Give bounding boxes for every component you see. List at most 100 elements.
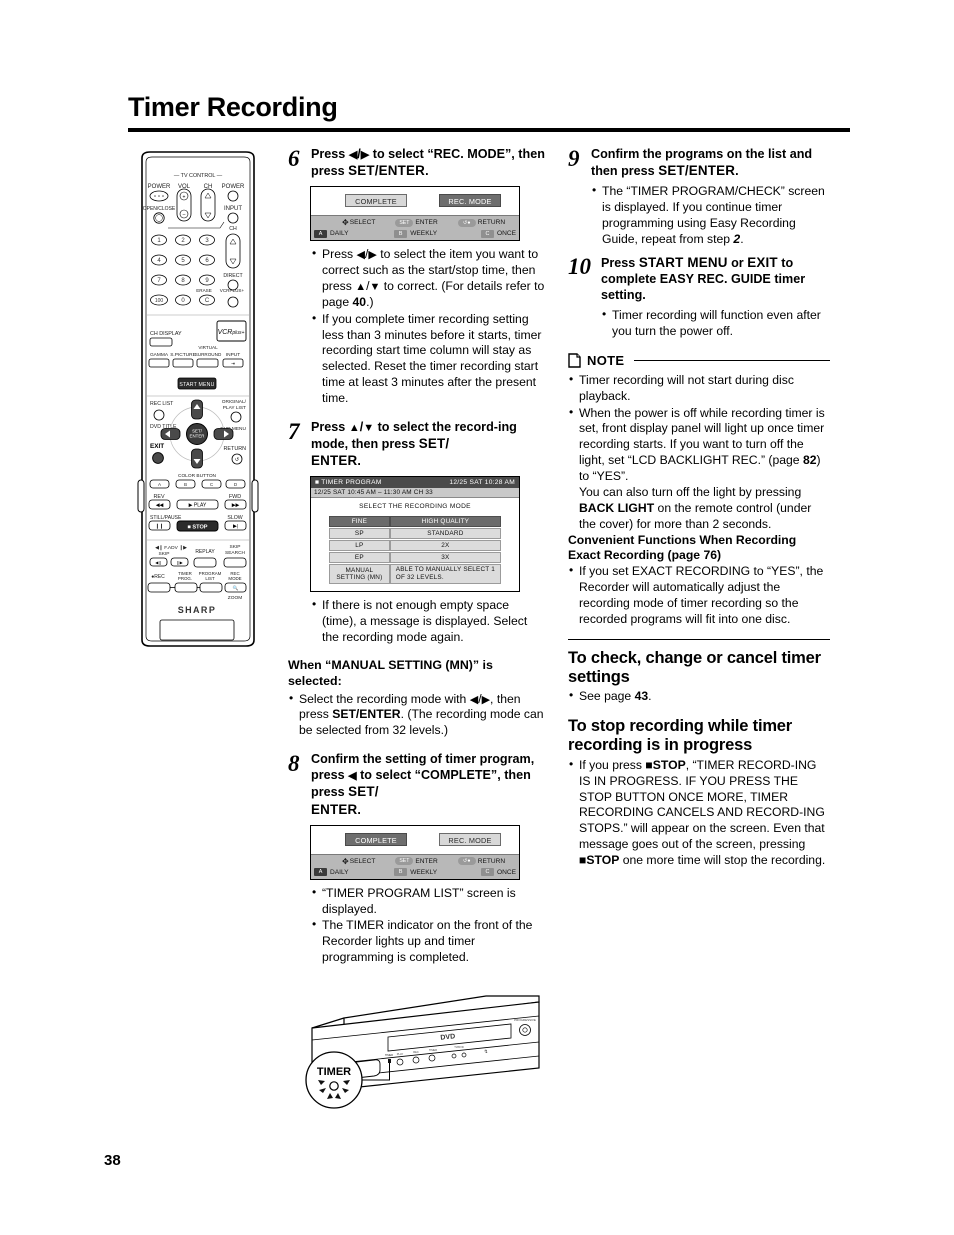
- section-1-bullet-1: See page 43.: [568, 688, 830, 705]
- svg-text:SKIP: SKIP: [230, 544, 241, 550]
- manual-page: Timer Recording — TV CONTROL — POWER VOL…: [0, 0, 954, 1235]
- hint-return: ↺● RETURN: [457, 218, 505, 227]
- svg-text:◀◀: ◀◀: [156, 503, 164, 509]
- svg-text:MODE: MODE: [228, 576, 241, 581]
- osd8-complete-chip[interactable]: COMPLETE: [345, 832, 407, 846]
- svg-text:SLOW: SLOW: [227, 515, 242, 521]
- osd7-main: SELECT THE RECORDING MODE FINE HIGH QUAL…: [311, 498, 519, 592]
- step-9-number: 9: [568, 146, 580, 171]
- step-7-bullet-1: If there is not enough empty space (time…: [311, 597, 546, 646]
- key-b-icon: B: [394, 229, 408, 238]
- osd-step-6-body: COMPLETE REC. MODE: [311, 187, 519, 216]
- section-heading: To stop recording while timer recording …: [568, 717, 792, 755]
- osd-step-7: ■ TIMER PROGRAM 12/25 SAT 10:28 AM 12/25…: [310, 476, 520, 593]
- svg-text:ENTER: ENTER: [190, 434, 205, 439]
- svg-text:PLAY LIST: PLAY LIST: [223, 405, 246, 411]
- svg-text:❙▶: ❙▶: [176, 560, 183, 565]
- step-8-number: 8: [288, 751, 300, 777]
- section-heading: To check, change or cancel timer setting…: [568, 648, 821, 686]
- return-key-icon: ↺●: [457, 857, 476, 866]
- rec-mode-name: LP: [329, 540, 390, 552]
- rec-mode-desc: HIGH QUALITY: [389, 516, 501, 528]
- rec-mode-desc: 2X: [389, 540, 501, 552]
- dpad-icon: ✥: [342, 218, 349, 228]
- hint-return: ↺● RETURN: [457, 857, 505, 866]
- step-10: 10 Press START MENU or EXIT to complete …: [568, 254, 830, 340]
- title-divider: [128, 128, 850, 132]
- svg-text:+: +: [183, 194, 186, 200]
- manual-setting-bullet-1: Select the recording mode with ◀/▶, then…: [288, 691, 546, 740]
- osd7-caption: SELECT THE RECORDING MODE: [359, 503, 471, 511]
- step-8-heading: Confirm the setting of timer program, pr…: [311, 752, 535, 817]
- manual-setting-heading: When “MANUAL SETTING (MN)” is selected:: [288, 657, 493, 688]
- svg-text:VCRplus+: VCRplus+: [218, 329, 245, 336]
- rec-mode-name: SP: [329, 528, 390, 540]
- svg-text:PROG.: PROG.: [178, 576, 192, 581]
- svg-text:ERASE: ERASE: [196, 288, 212, 293]
- step-9: 9 Confirm the programs on the list and t…: [568, 146, 830, 248]
- osd8-recmode-chip[interactable]: REC. MODE: [439, 832, 501, 846]
- note-block: NOTE Timer recording will not start duri…: [568, 353, 830, 628]
- rec-mode-desc: ABLE TO MANUALLY SELECT 1 OF 32 LEVELS.: [389, 564, 501, 585]
- key-b-icon: B: [394, 868, 408, 877]
- svg-text:GAMMA: GAMMA: [150, 352, 169, 358]
- step-6-bullet-1: Press ◀/▶ to select the item you want to…: [311, 246, 546, 310]
- svg-text:— TV CONTROL —: — TV CONTROL —: [174, 173, 223, 179]
- key-c-icon: C: [480, 868, 494, 877]
- table-row[interactable]: LP 2X: [329, 540, 501, 552]
- rec-mode-name: EP: [329, 552, 390, 564]
- svg-text:◀❙: ◀❙: [155, 560, 161, 565]
- note-bullet-1: Timer recording will not start during di…: [568, 372, 830, 405]
- step-6-bullet-2: If you complete timer recording setting …: [311, 311, 546, 407]
- svg-text:TIMER: TIMER: [429, 1048, 437, 1052]
- svg-text:100: 100: [155, 298, 164, 304]
- svg-text:⇥: ⇥: [231, 361, 235, 366]
- section-check-change-cancel: To check, change or cancel timer setting…: [568, 649, 830, 705]
- svg-text:◀❙ F.ADV ❙▶: ◀❙ F.ADV ❙▶: [155, 545, 187, 551]
- svg-text:POWER: POWER: [148, 184, 171, 190]
- section-2-bullet-1: If you press ■STOP, “TIMER RECORD-ING IS…: [568, 757, 830, 869]
- right-column: 9 Confirm the programs on the list and t…: [568, 146, 830, 870]
- table-row[interactable]: FINE HIGH QUALITY: [329, 516, 501, 528]
- step-7-heading: Press ▲/▼ to select the record-ing mode,…: [311, 419, 517, 469]
- svg-text:OPEN/CLOSE: OPEN/CLOSE: [143, 206, 176, 212]
- osd6-complete-chip[interactable]: COMPLETE: [345, 194, 407, 208]
- step-6-heading: Press ◀/▶ to select “REC. MODE”, then pr…: [311, 147, 545, 179]
- svg-text:▶ PLAY: ▶ PLAY: [189, 503, 207, 509]
- section-2-bullets: If you press ■STOP, “TIMER RECORD-ING IS…: [568, 757, 830, 869]
- svg-text:↯: ↯: [484, 1049, 488, 1055]
- svg-text:▶|: ▶|: [233, 524, 238, 530]
- step-7: 7 Press ▲/▼ to select the record-ing mod…: [288, 419, 546, 646]
- step-8: 8 Confirm the setting of timer program, …: [288, 751, 546, 966]
- set-key-icon: SET: [395, 218, 414, 227]
- hint-select: ✥ SELECT: [342, 856, 376, 866]
- svg-text:REC: REC: [413, 1050, 419, 1054]
- hint-once: C ONCE: [480, 229, 516, 238]
- svg-text:–: –: [183, 212, 186, 218]
- hint-weekly: B WEEKLY: [394, 868, 437, 877]
- note-bullets: Timer recording will not start during di…: [568, 372, 830, 533]
- step-8-bullet-2: The TIMER indicator on the front of the …: [311, 917, 546, 966]
- key-c-icon: C: [480, 229, 494, 238]
- recorder-illustration: DVD PROGRESSIVE PLAYREC TIMERTV/DVD ↯: [296, 980, 546, 1115]
- hint-daily: A DAILY: [314, 868, 349, 877]
- svg-text:DIRECT: DIRECT: [223, 273, 243, 279]
- svg-text:🔍: 🔍: [233, 585, 239, 592]
- note-heading: NOTE: [568, 353, 830, 368]
- svg-text:CH DISPLAY: CH DISPLAY: [150, 331, 182, 337]
- step-9-bullet-1: The “TIMER PROGRAM/CHECK” screen is disp…: [591, 183, 830, 247]
- step-9-heading: Confirm the programs on the list and the…: [591, 147, 813, 179]
- table-row[interactable]: MANUAL SETTING (MN) ABLE TO MANUALLY SEL…: [329, 564, 501, 585]
- table-row[interactable]: SP STANDARD: [329, 528, 501, 540]
- svg-text:START MENU: START MENU: [179, 382, 214, 388]
- svg-text:B: B: [184, 482, 187, 487]
- hint-weekly: B WEEKLY: [394, 229, 437, 238]
- osd6-recmode-chip[interactable]: REC. MODE: [439, 194, 501, 208]
- table-row[interactable]: EP 3X: [329, 552, 501, 564]
- note-subhead-line2: Exact Recording (page 76): [568, 548, 722, 563]
- svg-text:REC LIST: REC LIST: [150, 401, 174, 407]
- manual-setting-bullets: Select the recording mode with ◀/▶, then…: [288, 691, 546, 740]
- note-subhead-bullet-1: If you set EXACT RECORDING to “YES”, the…: [568, 563, 830, 627]
- remote-svg: — TV CONTROL — POWER VOL CH POWER + – OP…: [137, 151, 259, 647]
- svg-text:PLAY: PLAY: [397, 1052, 404, 1056]
